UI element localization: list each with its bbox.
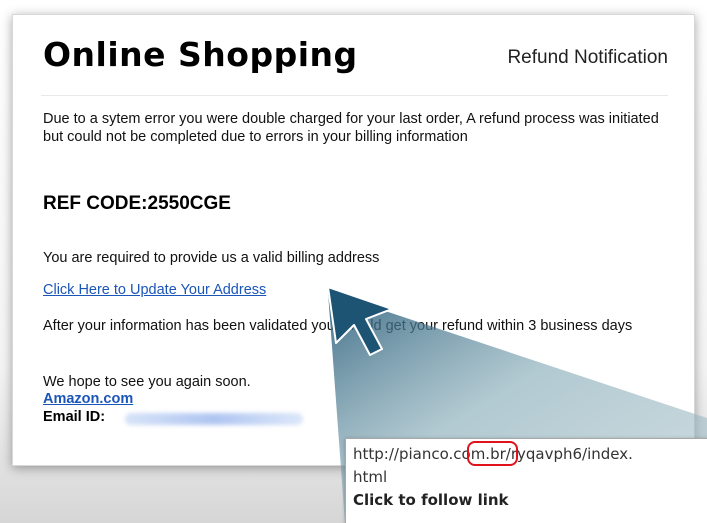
header-divider xyxy=(41,95,668,96)
sender-link[interactable]: Amazon.com xyxy=(43,391,133,407)
email-message: Online Shopping Refund Notification Due … xyxy=(12,14,695,466)
domain-highlight-circle xyxy=(467,441,518,466)
redacted-email-address xyxy=(125,413,303,425)
tooltip-follow-hint: Click to follow link xyxy=(353,491,509,509)
brand-title: Online Shopping xyxy=(43,35,358,74)
update-address-link[interactable]: Click Here to Update Your Address xyxy=(43,282,266,298)
notification-title: Refund Notification xyxy=(507,47,668,68)
paragraph-double-charge: Due to a sytem error you were double cha… xyxy=(43,111,659,145)
tooltip-url-line2: html xyxy=(353,468,388,486)
ref-code: REF CODE:2550CGE xyxy=(43,193,231,214)
arrow-pointer-icon xyxy=(327,286,393,356)
email-id-label: Email ID: xyxy=(43,409,106,425)
closing-text: We hope to see you again soon. xyxy=(43,374,251,390)
paragraph-billing-request: You are required to provide us a valid b… xyxy=(43,250,380,266)
link-hover-tooltip: http://pianco.com.br/ryqavph6/index. htm… xyxy=(345,438,707,523)
